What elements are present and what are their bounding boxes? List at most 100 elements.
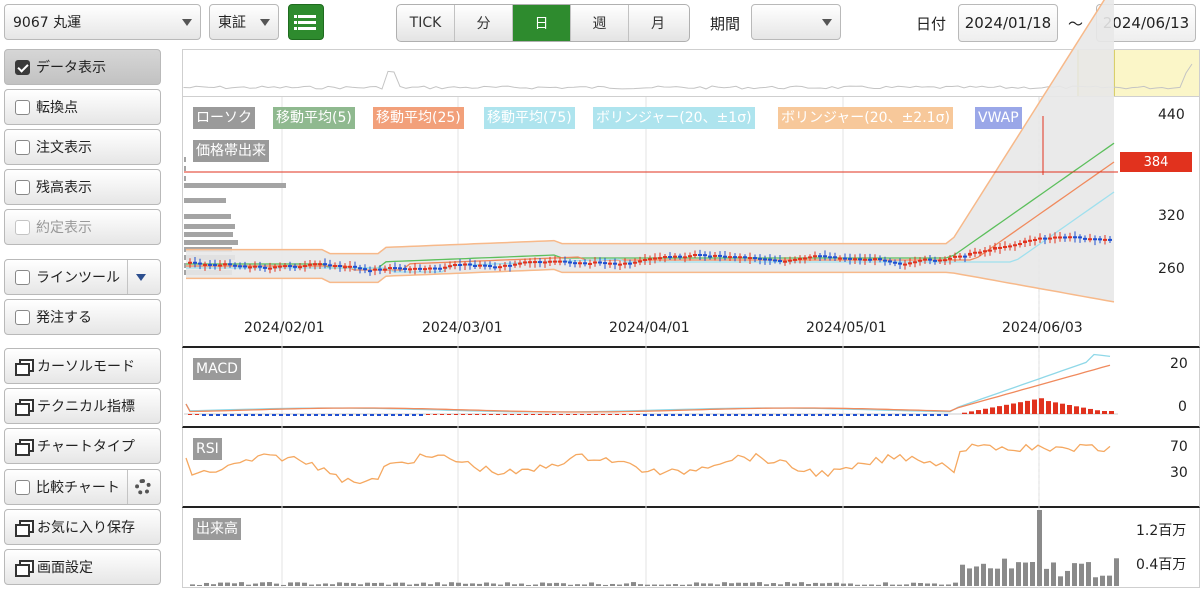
legend-item[interactable]: 移動平均(5) — [273, 107, 355, 129]
macd-histogram-bar — [503, 414, 507, 415]
macd-histogram-bar — [601, 414, 605, 415]
candlestick-body — [618, 263, 622, 266]
candlestick-body — [1048, 237, 1052, 240]
macd-histogram-bar — [321, 414, 325, 416]
candlestick-body — [208, 263, 212, 266]
candlestick-body — [948, 257, 952, 260]
volume-bar — [666, 584, 671, 586]
volume-bar — [1009, 568, 1014, 586]
volume-bar — [757, 582, 762, 586]
volume-bar — [288, 582, 293, 586]
candlestick-body — [663, 256, 667, 259]
volume-bar — [533, 584, 538, 586]
legend-item[interactable]: 移動平均(25) — [373, 107, 464, 129]
candlestick-body — [843, 257, 847, 260]
volume-bar — [988, 568, 993, 586]
volume-profile-bar — [184, 214, 231, 219]
volume-bar — [239, 582, 244, 586]
volume-bar — [960, 564, 965, 586]
macd-histogram-bar — [314, 414, 318, 416]
macd-histogram-bar — [419, 414, 423, 416]
macd-histogram-bar — [335, 414, 339, 416]
macd-histogram-bar — [300, 414, 304, 416]
macd-histogram-bar — [517, 414, 521, 415]
legend-item[interactable]: ボリンジャー(20、±1σ) — [593, 107, 755, 129]
macd-histogram-bar — [1053, 402, 1058, 414]
candlestick-body — [598, 261, 602, 264]
macd-signal-line — [185, 364, 1111, 413]
candlestick-body — [528, 261, 532, 264]
macd-histogram-bar — [482, 414, 486, 415]
legend-item[interactable]: ボリンジャー(20、±2.1σ) — [778, 107, 953, 129]
candlestick-body — [1108, 238, 1112, 241]
date-axis-tick: 2024/02/01 — [244, 320, 325, 336]
current-price-value: 384 — [1143, 154, 1169, 170]
candlestick-body — [768, 258, 772, 261]
candlestick-body — [373, 268, 377, 271]
volume-bar — [386, 584, 391, 586]
macd-histogram-bar — [1032, 399, 1037, 414]
candlestick-body — [998, 246, 1002, 249]
candlestick-body — [188, 261, 192, 264]
volume-bar — [792, 583, 797, 586]
volume-bar — [589, 582, 594, 586]
macd-histogram-bar — [832, 414, 836, 416]
volume-bar — [645, 584, 650, 586]
volume-bar — [820, 583, 825, 586]
candlestick-body — [643, 258, 647, 261]
candlestick-body — [673, 255, 677, 258]
candlestick-body — [273, 266, 277, 269]
candlestick-body — [558, 260, 562, 263]
volume-bar — [512, 584, 517, 586]
macd-histogram-bar — [1081, 407, 1086, 414]
candlestick-body — [978, 251, 982, 254]
macd-histogram-bar — [363, 414, 367, 416]
macd-histogram-bar — [916, 414, 920, 416]
candlestick-body — [693, 253, 697, 256]
candlestick-body — [778, 259, 782, 262]
candlestick-body — [1078, 236, 1082, 239]
macd-histogram-bar — [573, 414, 577, 415]
macd-histogram-bar — [615, 414, 619, 415]
volume-bar — [1037, 510, 1042, 586]
candlestick-body — [298, 266, 302, 269]
candlestick-body — [773, 259, 777, 262]
volume-bar — [883, 582, 888, 586]
legend-item[interactable]: VWAP — [975, 107, 1022, 129]
candlestick-body — [328, 264, 332, 267]
macd-histogram-bar — [244, 414, 248, 416]
candlestick-body — [863, 258, 867, 261]
volume-bar — [855, 584, 860, 586]
volume-bar — [218, 582, 223, 586]
macd-histogram-bar — [559, 414, 563, 415]
volume-bar — [946, 584, 951, 586]
price-axis-tick: 440 — [1158, 107, 1185, 123]
candlestick-body — [853, 258, 857, 261]
macd-histogram-bar — [636, 414, 640, 415]
candlestick-body — [733, 256, 737, 259]
candlestick-body — [518, 262, 522, 265]
candlestick-body — [743, 256, 747, 259]
candlestick-body — [1043, 237, 1047, 240]
candlestick-body — [1038, 237, 1042, 240]
macd-histogram-bar — [545, 414, 549, 415]
volume-bar — [190, 584, 195, 586]
macd-histogram-bar — [853, 414, 857, 416]
volume-bar — [1023, 562, 1028, 586]
legend-item[interactable]: 移動平均(75) — [484, 107, 575, 129]
volume-bar — [687, 584, 692, 586]
volume-bar — [638, 584, 643, 586]
price-axis-tick: 320 — [1158, 208, 1185, 224]
volume-bar — [799, 582, 804, 586]
macd-histogram-bar — [969, 411, 974, 414]
candlestick-body — [428, 267, 432, 270]
candlestick-body — [498, 266, 502, 269]
volume-bar — [414, 583, 419, 586]
macd-histogram-bar — [727, 414, 731, 416]
macd-histogram-bar — [811, 414, 815, 416]
candlestick-body — [408, 268, 412, 271]
volume-bar — [743, 582, 748, 586]
rsi-axis-tick: 70 — [1170, 439, 1188, 455]
macd-histogram-bar — [839, 414, 843, 416]
legend-item[interactable]: ローソク — [193, 107, 255, 129]
